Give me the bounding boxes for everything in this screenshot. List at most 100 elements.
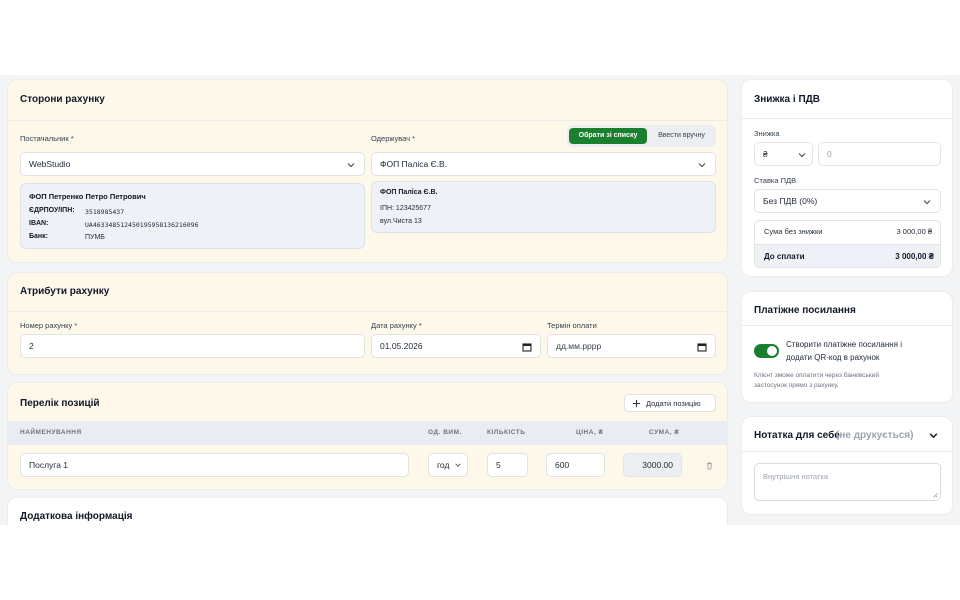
table-row: Послуга 1 год 5 600 3000.00 (8, 445, 727, 489)
recipient-label: Одержувач * (371, 134, 416, 143)
item-sum-field: 3000.00 (623, 453, 682, 477)
due-date-input[interactable]: дд.мм.рррр (547, 334, 716, 358)
supplier-bank-value: ПУМБ (85, 234, 105, 241)
chevron-down-icon (347, 163, 355, 168)
payment-link-title: Платіжне посилання (754, 305, 856, 316)
totals-box: Сума без знижки 3 000,00 ₴ До сплати 3 0… (754, 220, 941, 268)
note-textarea[interactable]: Внутрішня нотатка (754, 463, 941, 501)
recipient-name: ФОП Паліса Є.В. (380, 189, 438, 196)
calendar-icon[interactable] (522, 342, 532, 352)
total-value: 3 000,00 ₴ (895, 252, 934, 261)
recipient-address: вул.Чиста 13 (380, 218, 422, 225)
col-sum-header: СУМА, ₴ (649, 429, 680, 436)
supplier-iban-label: IBAN: (29, 220, 49, 227)
item-name-value: Послуга 1 (29, 460, 69, 470)
recipient-select-value: ФОП Паліса Є.В. (380, 159, 448, 169)
supplier-info-card: ФОП Петренко Петро Петрович ЄДРПОУ/ІПН: … (20, 183, 365, 249)
note-header[interactable]: Нотатка для себе (не друкується) (742, 417, 952, 451)
parties-title: Сторони рахунку (20, 94, 105, 105)
item-price-value: 600 (555, 460, 570, 470)
toggle-knob (767, 346, 777, 356)
item-price-input[interactable]: 600 (546, 453, 605, 477)
chevron-down-icon (798, 153, 806, 158)
total-row: До сплати 3 000,00 ₴ (755, 244, 940, 267)
add-item-label: Додати позицію (646, 399, 701, 408)
discount-value-input[interactable]: 0 (818, 142, 941, 166)
due-date-label: Термін оплати (547, 321, 597, 330)
items-card: Перелік позицій Додати позицію НАЙМЕНУВА… (7, 382, 728, 490)
payment-divider (742, 325, 952, 326)
item-name-input[interactable]: Послуга 1 (20, 453, 409, 477)
invoice-date-value: 01.05.2026 (380, 341, 423, 351)
supplier-iban-value: UA463348512450195958136216096 (85, 221, 199, 229)
subtotal-label: Сума без знижки (764, 227, 823, 236)
attributes-divider (8, 311, 727, 312)
note-divider (742, 451, 952, 452)
additional-info-title: Додаткова інформація (20, 511, 133, 522)
attributes-card: Атрибути рахунку Номер рахунку * 2 Дата … (7, 272, 728, 375)
invoice-number-label: Номер рахунку * (20, 321, 78, 330)
supplier-select[interactable]: WebStudio (20, 152, 365, 176)
discount-type-select[interactable]: ₴ (754, 142, 813, 166)
vat-rate-label: Ставка ПДВ (754, 176, 797, 185)
discount-vat-card: Знижка і ПДВ Знижка ₴ 0 Ставка ПДВ Без П… (741, 79, 953, 277)
col-name-header: НАЙМЕНУВАННЯ (20, 429, 82, 436)
items-title: Перелік позицій (20, 398, 100, 409)
add-item-button[interactable]: Додати позицію (624, 394, 716, 412)
enter-manually-button[interactable]: Ввести вручну (649, 128, 714, 144)
supplier-select-value: WebStudio (29, 159, 71, 169)
item-unit-value: год (437, 460, 450, 470)
parties-divider (8, 120, 727, 121)
recipient-ipn: ІПН: 123425677 (380, 205, 431, 212)
recipient-mode-toggle: Обрати зі списку Ввести вручну (567, 125, 716, 147)
recipient-info-card: ФОП Паліса Є.В. ІПН: 123425677 вул.Чиста… (371, 181, 716, 233)
item-sum-value: 3000.00 (642, 460, 673, 470)
trash-icon[interactable] (705, 461, 714, 470)
col-unit-header: ОД. ВИМ. (428, 429, 462, 436)
recipient-select[interactable]: ФОП Паліса Є.В. (371, 152, 716, 176)
discount-vat-title: Знижка і ПДВ (754, 94, 820, 105)
calendar-icon[interactable] (697, 342, 707, 352)
page-background: Сторони рахунку Постачальник * WebStudio… (0, 75, 960, 525)
supplier-edrpou-label: ЄДРПОУ/ІПН: (29, 207, 75, 214)
chevron-down-icon (929, 433, 938, 439)
discount-value: 0 (827, 149, 832, 159)
note-card: Нотатка для себе (не друкується) Внутріш… (741, 416, 953, 515)
select-from-list-button[interactable]: Обрати зі списку (569, 128, 647, 144)
discount-label: Знижка (754, 129, 780, 138)
note-title-hint: (не друкується) (836, 430, 914, 441)
invoice-number-input[interactable]: 2 (20, 334, 365, 358)
invoice-date-label: Дата рахунку * (371, 321, 422, 330)
due-date-placeholder: дд.мм.рррр (556, 341, 602, 351)
chevron-down-icon (455, 463, 461, 467)
supplier-name: ФОП Петренко Петро Петрович (29, 192, 146, 201)
col-qty-header: КІЛЬКІСТЬ (487, 429, 526, 436)
payment-hint-line2: застосунок прямо з рахунку. (754, 382, 839, 389)
supplier-edrpou-value: 3518985437 (85, 208, 125, 216)
parties-card: Сторони рахунку Постачальник * WebStudio… (7, 79, 728, 263)
toggle-text: Створити платіжне посилання і додати QR-… (786, 338, 902, 364)
chevron-down-icon (698, 163, 706, 168)
note-title: Нотатка для себе (754, 430, 840, 441)
subtotal-value: 3 000,00 ₴ (896, 227, 932, 236)
chevron-down-icon (923, 200, 931, 205)
item-unit-select[interactable]: год (428, 453, 468, 477)
invoice-date-input[interactable]: 01.05.2026 (371, 334, 541, 358)
payment-link-card: Платіжне посилання Створити платіжне пос… (741, 291, 953, 403)
discount-type-value: ₴ (763, 149, 768, 159)
item-qty-input[interactable]: 5 (487, 453, 528, 477)
vat-rate-select[interactable]: Без ПДВ (0%) (754, 189, 941, 213)
total-label: До сплати (764, 252, 805, 261)
toggle-text-line1: Створити платіжне посилання і (786, 340, 903, 349)
note-placeholder: Внутрішня нотатка (763, 472, 829, 481)
supplier-label: Постачальник * (20, 134, 74, 143)
items-table-header: НАЙМЕНУВАННЯ ОД. ВИМ. КІЛЬКІСТЬ ЦІНА, ₴ … (8, 421, 727, 445)
resize-handle-icon[interactable] (932, 492, 938, 498)
toggle-text-line2: додати QR-код в рахунок (786, 353, 880, 362)
payment-hint: Клієнт зможе оплатити через банківський … (754, 371, 879, 391)
vat-rate-value: Без ПДВ (0%) (763, 196, 818, 206)
plus-icon (632, 399, 641, 408)
col-price-header: ЦІНА, ₴ (576, 429, 604, 436)
payment-link-toggle[interactable] (754, 344, 779, 358)
supplier-bank-label: Банк: (29, 233, 48, 240)
